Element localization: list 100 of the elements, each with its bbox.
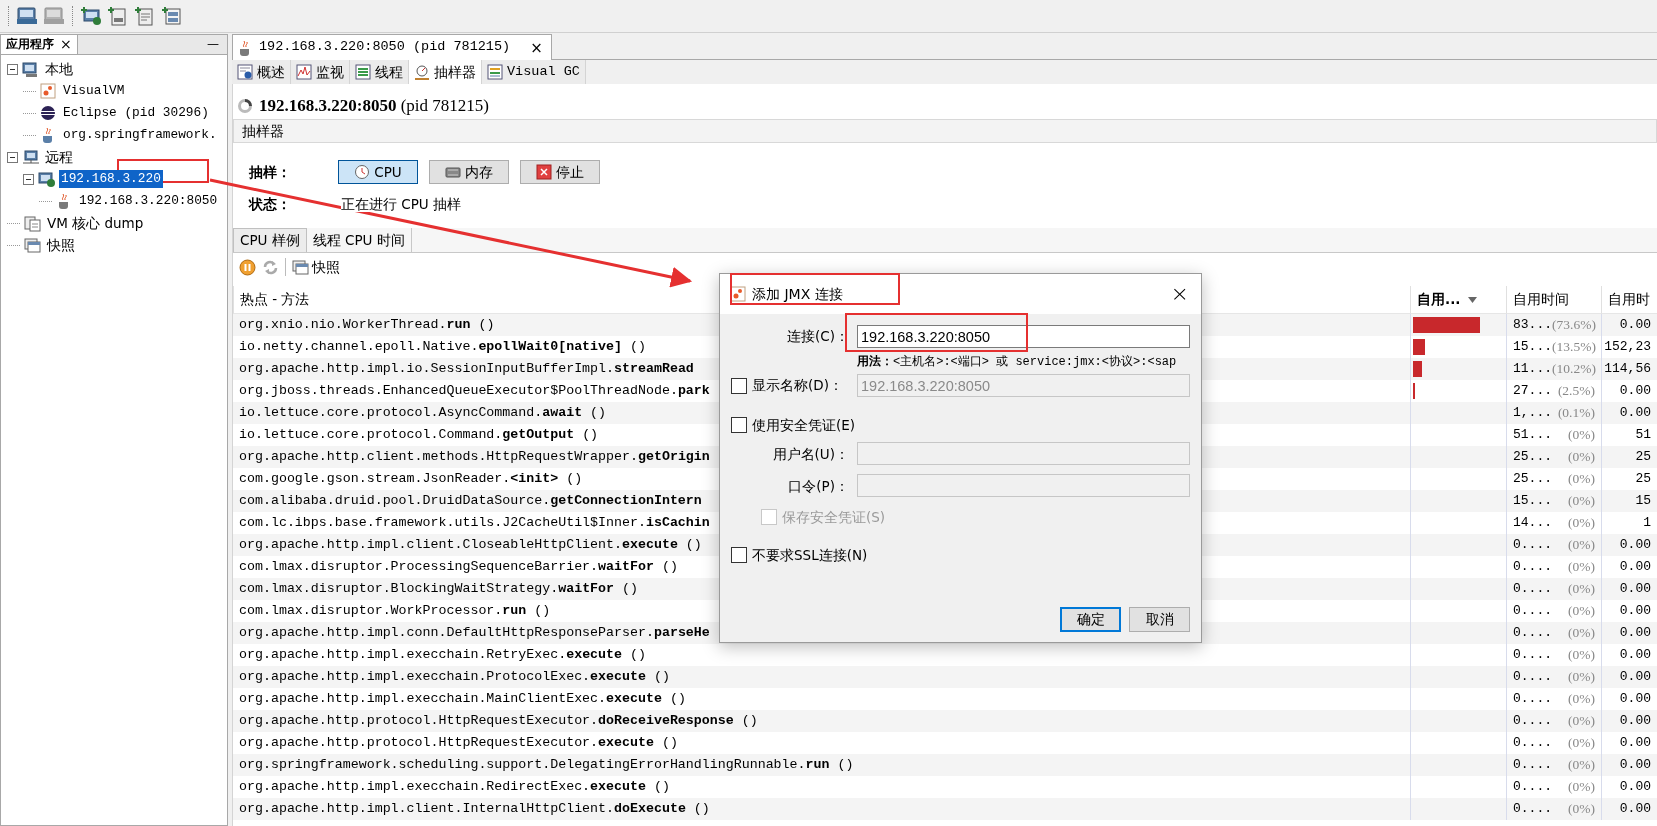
table-cell: 0.00 — [1619, 405, 1651, 421]
percent-value: (0%) — [1568, 580, 1595, 598]
table-cell: 152,23 — [1604, 339, 1651, 355]
table-cell: 0.00 — [1619, 735, 1651, 751]
method-name: org.apache.http.impl.client.CloseableHttpClient.execute () — [239, 537, 702, 553]
table-cell: 15 — [1635, 493, 1651, 509]
table-cell: 0.00 — [1619, 647, 1651, 663]
method-name: com.alibaba.druid.pool.DruidDataSource.getConnectionIntern — [239, 493, 702, 509]
method-name: io.netty.channel.epoll.Native.epollWait0[native] () — [239, 339, 646, 355]
table-cell: 0.00 — [1619, 625, 1651, 641]
method-name: io.lettuce.core.protocol.Command.getOutput () — [239, 427, 599, 443]
method-name: org.apache.http.protocol.HttpRequestExecutor.doReceiveResponse () — [239, 713, 758, 729]
percent-value: (13.5%) — [1552, 338, 1596, 356]
table-cell: 25 — [1635, 471, 1651, 487]
table-cell: 0.00 — [1619, 669, 1651, 685]
method-name: org.apache.http.impl.execchain.RedirectExec.execute () — [239, 779, 670, 795]
status-text: 正在进行 CPU 抽样 — [341, 195, 462, 213]
table-cell: 0.00 — [1619, 801, 1651, 817]
percent-value: (0%) — [1568, 690, 1595, 708]
percent-value: (0%) — [1568, 624, 1595, 642]
percent-value: (73.6%) — [1552, 316, 1596, 334]
time-value: 25... — [1513, 449, 1552, 465]
time-value: 0.... — [1513, 669, 1552, 685]
time-value: 0.... — [1513, 647, 1552, 663]
method-name: org.apache.http.impl.execchain.RetryExec.execute () — [239, 647, 646, 663]
time-value: 27... — [1513, 383, 1552, 399]
percent-value: (0%) — [1568, 778, 1595, 796]
percent-value: (0%) — [1568, 448, 1595, 466]
table-cell: 0.00 — [1619, 757, 1651, 773]
field-label: 状态： — [249, 195, 292, 213]
method-name: org.apache.http.impl.client.InternalHttpClient.doExecute () — [239, 801, 710, 817]
dialog-title: 添加 JMX 连接 — [752, 285, 843, 303]
usage-hint: 用法：<主机名>:<端口> 或 service:jmx:<协议>:<sap — [857, 354, 1178, 371]
percent-value: (2.5%) — [1557, 382, 1595, 400]
method-name: org.apache.http.protocol.HttpRequestExecutor.execute () — [239, 735, 678, 751]
method-name: com.lmax.disruptor.ProcessingSequenceBarrier.waitFor () — [239, 559, 678, 575]
time-value: 14... — [1513, 515, 1552, 531]
method-name: com.lmax.disruptor.BlockingWaitStrategy.waitFor () — [239, 581, 638, 597]
section-title: 抽样器 — [242, 122, 284, 140]
time-value: 0.... — [1513, 625, 1552, 641]
percent-value: (0%) — [1568, 756, 1595, 774]
table-cell: 0.00 — [1619, 383, 1651, 399]
checkbox-label: 保存安全凭证(S) — [782, 509, 886, 526]
table-cell: 0.00 — [1619, 581, 1651, 597]
table-cell: 0.00 — [1619, 317, 1651, 333]
percent-value: (0%) — [1568, 734, 1595, 752]
time-value: 15... — [1513, 493, 1552, 509]
table-cell: 0.00 — [1619, 779, 1651, 795]
method-name: org.apache.http.client.methods.HttpRequestWrapper.getOrigin — [239, 449, 710, 465]
field-label: 用户名(U)： — [771, 445, 850, 462]
percent-value: (0%) — [1568, 800, 1595, 818]
time-value: 1,... — [1513, 405, 1552, 421]
time-value: 15... — [1513, 339, 1552, 355]
percent-value: (0%) — [1568, 492, 1595, 510]
time-value: 0.... — [1513, 581, 1552, 597]
percent-value: (0%) — [1568, 668, 1595, 686]
percent-value: (0%) — [1568, 514, 1595, 532]
time-value: 0.... — [1513, 603, 1552, 619]
time-value: 0.... — [1513, 757, 1552, 773]
percent-value: (0%) — [1568, 470, 1595, 488]
method-name: org.jboss.threads.EnhancedQueueExecutor$PoolThreadNode.park — [239, 383, 710, 399]
method-name: com.lmax.disruptor.WorkProcessor.run () — [239, 603, 551, 619]
method-name: org.apache.http.impl.execchain.MainClientExec.execute () — [239, 691, 686, 707]
percent-value: (10.2%) — [1552, 360, 1596, 378]
table-cell: 0.00 — [1619, 559, 1651, 575]
table-cell: 0.00 — [1619, 603, 1651, 619]
time-value: 11... — [1513, 361, 1552, 377]
method-name: org.springframework.scheduling.support.DelegatingErrorHandlingRunnable.run () — [239, 757, 854, 773]
percent-value: (0%) — [1568, 712, 1595, 730]
percent-value: (0.1%) — [1557, 404, 1595, 422]
percent-value: (0%) — [1568, 426, 1595, 444]
time-value: 0.... — [1513, 735, 1552, 751]
method-name: org.xnio.nio.WorkerThread.run () — [239, 317, 495, 333]
method-name: org.apache.http.impl.conn.DefaultHttpResponseParser.parseHe — [239, 625, 710, 641]
table-cell: 0.00 — [1619, 713, 1651, 729]
time-value: 0.... — [1513, 779, 1552, 795]
percent-value: (0%) — [1568, 602, 1595, 620]
method-name: io.lettuce.core.protocol.AsyncCommand.await () — [239, 405, 607, 421]
method-name: org.apache.http.impl.execchain.ProtocolExec.execute () — [239, 669, 670, 685]
page-heading: 192.168.3.220:8050 (pid 781215) — [259, 95, 489, 117]
time-value: 0.... — [1513, 713, 1552, 729]
time-value: 0.... — [1513, 691, 1552, 707]
method-name: com.google.gson.stream.JsonReader.<init> () — [239, 471, 583, 487]
time-value: 83... — [1513, 317, 1552, 333]
field-label: 连接(C)： — [786, 328, 850, 345]
field-label: 抽样： — [249, 163, 292, 181]
percent-value: (0%) — [1568, 646, 1595, 664]
table-cell: 114,56 — [1604, 361, 1651, 377]
time-value: 0.... — [1513, 801, 1552, 817]
percent-value: (0%) — [1568, 536, 1595, 554]
time-value: 25... — [1513, 471, 1552, 487]
method-name: com.lc.ibps.base.framework.utils.J2CacheUtil$Inner.isCachin — [239, 515, 710, 531]
method-name: org.apache.http.impl.io.SessionInputBufferImpl.streamRead — [239, 361, 694, 377]
table-cell: 1 — [1643, 515, 1651, 531]
table-cell: 0.00 — [1619, 537, 1651, 553]
percent-value: (0%) — [1568, 558, 1595, 576]
table-cell: 25 — [1635, 449, 1651, 465]
time-value: 0.... — [1513, 537, 1552, 553]
table-cell: 51 — [1635, 427, 1651, 443]
checkbox-label: 不要求SSL连接(N) — [752, 547, 868, 564]
